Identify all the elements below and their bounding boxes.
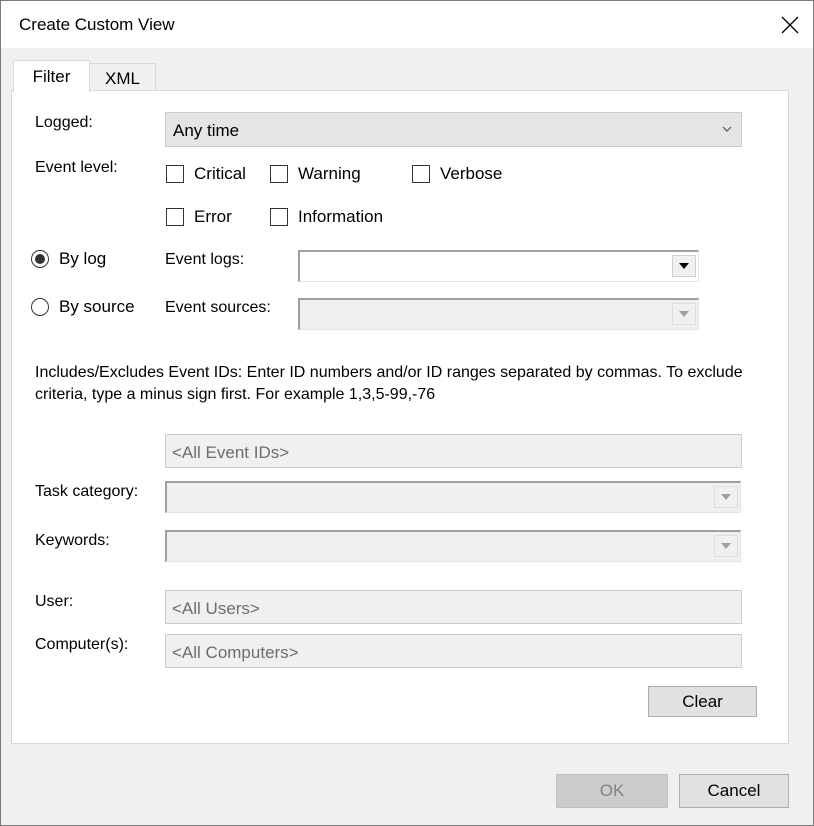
logged-label: Logged: [35,114,93,131]
triangle-down-icon [679,263,689,269]
radio-selected-dot [35,254,45,264]
tab-filter[interactable]: Filter [13,60,90,92]
by-log-label: By log [59,249,107,268]
task-category-label: Task category: [35,483,139,500]
title-bar: Create Custom View [1,1,813,48]
warning-label: Warning [298,164,361,183]
keywords-label: Keywords: [35,532,110,549]
event-logs-dropdown[interactable] [298,250,699,282]
close-icon [781,16,799,33]
event-logs-dropdown-button[interactable] [672,255,696,277]
warning-checkbox[interactable] [270,165,288,183]
error-label: Error [194,207,232,226]
information-label: Information [298,207,384,226]
event-sources-label: Event sources: [165,299,271,316]
clear-button[interactable]: Clear [648,686,757,717]
tab-xml[interactable]: XML [89,63,156,93]
event-ids-input[interactable]: <All Event IDs> [165,434,742,468]
by-log-radio[interactable] [31,250,49,268]
chevron-down-icon [722,126,732,132]
user-placeholder: <All Users> [172,599,260,618]
critical-checkbox[interactable] [166,165,184,183]
close-button[interactable] [767,1,813,48]
cancel-button[interactable]: Cancel [679,774,789,808]
critical-label: Critical [194,164,246,183]
by-source-radio[interactable] [31,298,49,316]
user-input[interactable]: <All Users> [165,590,742,624]
error-checkbox[interactable] [166,208,184,226]
triangle-down-icon [721,543,731,549]
logged-dropdown[interactable]: Any time [165,112,742,147]
task-category-dropdown[interactable] [165,481,741,513]
computers-placeholder: <All Computers> [172,643,299,662]
user-label: User: [35,593,74,610]
information-checkbox[interactable] [270,208,288,226]
triangle-down-icon [721,494,731,500]
window-title: Create Custom View [19,15,175,34]
keywords-dropdown-button[interactable] [714,535,738,557]
logged-value: Any time [173,121,240,140]
task-category-dropdown-button[interactable] [714,486,738,508]
create-custom-view-dialog: Create Custom View Filter XML Logged: An… [0,0,814,826]
event-logs-label: Event logs: [165,251,245,268]
event-ids-placeholder: <All Event IDs> [172,443,290,462]
keywords-dropdown[interactable] [165,530,741,562]
triangle-down-icon [679,311,689,317]
computers-input[interactable]: <All Computers> [165,634,742,668]
event-sources-dropdown[interactable] [298,298,699,330]
ok-button[interactable]: OK [556,774,668,808]
by-source-label: By source [59,297,135,316]
computers-label: Computer(s): [35,636,129,653]
event-sources-dropdown-button[interactable] [672,303,696,325]
event-level-label: Event level: [35,159,118,176]
verbose-label: Verbose [440,164,503,183]
event-ids-description: Includes/Excludes Event IDs: Enter ID nu… [35,364,743,403]
verbose-checkbox[interactable] [412,165,430,183]
